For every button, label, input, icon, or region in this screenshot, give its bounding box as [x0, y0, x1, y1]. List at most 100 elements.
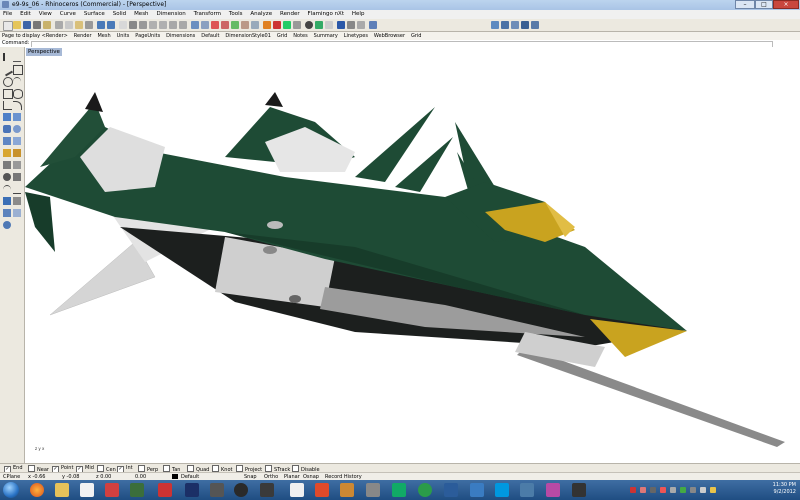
- layer-color-swatch[interactable]: [172, 474, 178, 479]
- camera-icon[interactable]: [501, 21, 509, 29]
- menu-curve[interactable]: Curve: [57, 10, 79, 19]
- tab-grid[interactable]: Grid: [275, 32, 290, 40]
- fillet-icon[interactable]: [13, 101, 22, 110]
- tray-icon-1[interactable]: [630, 487, 636, 493]
- tab-pageunits[interactable]: PageUnits: [133, 32, 162, 40]
- tray-icon-5[interactable]: [670, 487, 676, 493]
- documents-icon[interactable]: [80, 483, 94, 497]
- perspective-viewport[interactable]: Perspective z y x: [25, 47, 800, 463]
- menu-file[interactable]: File: [0, 10, 15, 19]
- undo-icon[interactable]: [97, 21, 105, 29]
- app-icon-14[interactable]: [572, 483, 586, 497]
- copy-icon[interactable]: [65, 21, 73, 29]
- explorer-icon[interactable]: [55, 483, 69, 497]
- app-icon-4[interactable]: [260, 483, 274, 497]
- app-icon-5[interactable]: [315, 483, 329, 497]
- menu-view[interactable]: View: [36, 10, 55, 19]
- app-icon-9[interactable]: [418, 483, 432, 497]
- pan-icon[interactable]: [129, 21, 137, 29]
- app-icon-7[interactable]: [366, 483, 380, 497]
- four-view-icon[interactable]: [191, 21, 199, 29]
- tab-default[interactable]: Default: [199, 32, 221, 40]
- tab-render[interactable]: Render: [72, 32, 94, 40]
- menu-help[interactable]: Help: [349, 10, 368, 19]
- app-icon-12[interactable]: [520, 483, 534, 497]
- tab-page-display[interactable]: Page to display <Render>: [0, 32, 70, 40]
- select-arrow-icon[interactable]: [3, 53, 13, 61]
- menu-analyze[interactable]: Analyze: [247, 10, 275, 19]
- save-icon[interactable]: [23, 21, 31, 29]
- zbrush-icon[interactable]: [210, 483, 224, 497]
- volume-icon[interactable]: [700, 487, 706, 493]
- help-icon[interactable]: [369, 21, 377, 29]
- start-button[interactable]: [3, 482, 19, 498]
- render-icon[interactable]: [315, 21, 323, 29]
- arc-icon[interactable]: [13, 77, 21, 86]
- media-icon[interactable]: [105, 483, 119, 497]
- sphere-icon[interactable]: [13, 125, 21, 133]
- text-icon[interactable]: [13, 197, 21, 205]
- flamingo-icon[interactable]: [337, 21, 345, 29]
- menu-dimension[interactable]: Dimension: [153, 10, 188, 19]
- tab-mesh[interactable]: Mesh: [95, 32, 112, 40]
- mesh-icon[interactable]: [3, 137, 11, 145]
- checkbox-icon[interactable]: [212, 465, 219, 472]
- sun-icon[interactable]: [491, 21, 499, 29]
- decal-icon[interactable]: [531, 21, 539, 29]
- zoom-window-icon[interactable]: [159, 21, 167, 29]
- rhino-taskbar-icon[interactable]: [290, 483, 304, 497]
- hide-icon[interactable]: [241, 21, 249, 29]
- checkbox-icon[interactable]: [265, 465, 272, 472]
- checkbox-icon[interactable]: [97, 465, 104, 472]
- trim-icon[interactable]: [3, 185, 11, 194]
- zoom-dynamic-icon[interactable]: [149, 21, 157, 29]
- action-center-icon[interactable]: [710, 487, 716, 493]
- tray-icon-3[interactable]: [650, 487, 656, 493]
- move-icon[interactable]: [13, 149, 21, 157]
- app-icon-6[interactable]: [340, 483, 354, 497]
- tab-summary[interactable]: Summary: [312, 32, 340, 40]
- checkbox-icon[interactable]: [187, 465, 194, 472]
- rectangle-icon[interactable]: [3, 89, 13, 99]
- copy-tool-icon[interactable]: [3, 161, 11, 169]
- environment-icon[interactable]: [357, 21, 365, 29]
- app-icon-8[interactable]: [392, 483, 406, 497]
- grid-icon[interactable]: [221, 21, 229, 29]
- light-icon[interactable]: [325, 21, 333, 29]
- tab-dimensionstyle[interactable]: DimensionStyle01: [223, 32, 273, 40]
- import-icon[interactable]: [43, 21, 51, 29]
- tab-grid-2[interactable]: Grid: [409, 32, 424, 40]
- network-icon[interactable]: [690, 487, 696, 493]
- cut-icon[interactable]: [55, 21, 63, 29]
- named-view-icon[interactable]: [511, 21, 519, 29]
- select-icon[interactable]: [119, 21, 127, 29]
- show-icon[interactable]: [231, 21, 239, 29]
- menu-tools[interactable]: Tools: [226, 10, 246, 19]
- tab-webbrowser[interactable]: WebBrowser: [372, 32, 407, 40]
- menu-flamingo[interactable]: Flamingo nXt: [305, 10, 347, 19]
- color-icon[interactable]: [273, 21, 281, 29]
- line-icon[interactable]: [1, 63, 13, 77]
- paste-icon[interactable]: [75, 21, 83, 29]
- point-icon[interactable]: [13, 53, 21, 62]
- app-icon-1[interactable]: [130, 483, 144, 497]
- menu-transform[interactable]: Transform: [191, 10, 224, 19]
- block-icon[interactable]: [13, 209, 21, 217]
- menu-surface[interactable]: Surface: [81, 10, 108, 19]
- curve-icon[interactable]: [3, 101, 12, 110]
- dimension-icon[interactable]: [3, 197, 11, 205]
- surface-icon[interactable]: [3, 113, 11, 121]
- texture-icon[interactable]: [521, 21, 529, 29]
- menu-mesh[interactable]: Mesh: [131, 10, 151, 19]
- group-icon[interactable]: [3, 209, 11, 217]
- checkbox-icon[interactable]: [28, 465, 35, 472]
- analyze-icon[interactable]: [3, 221, 11, 229]
- ellipse-icon[interactable]: [13, 89, 23, 99]
- menu-solid[interactable]: Solid: [110, 10, 129, 19]
- extrude-icon[interactable]: [13, 113, 21, 121]
- menu-edit[interactable]: Edit: [17, 10, 34, 19]
- tab-units[interactable]: Units: [115, 32, 132, 40]
- rotate-tool-icon[interactable]: [13, 161, 21, 169]
- cplane-icon[interactable]: [211, 21, 219, 29]
- app-icon-13[interactable]: [546, 483, 560, 497]
